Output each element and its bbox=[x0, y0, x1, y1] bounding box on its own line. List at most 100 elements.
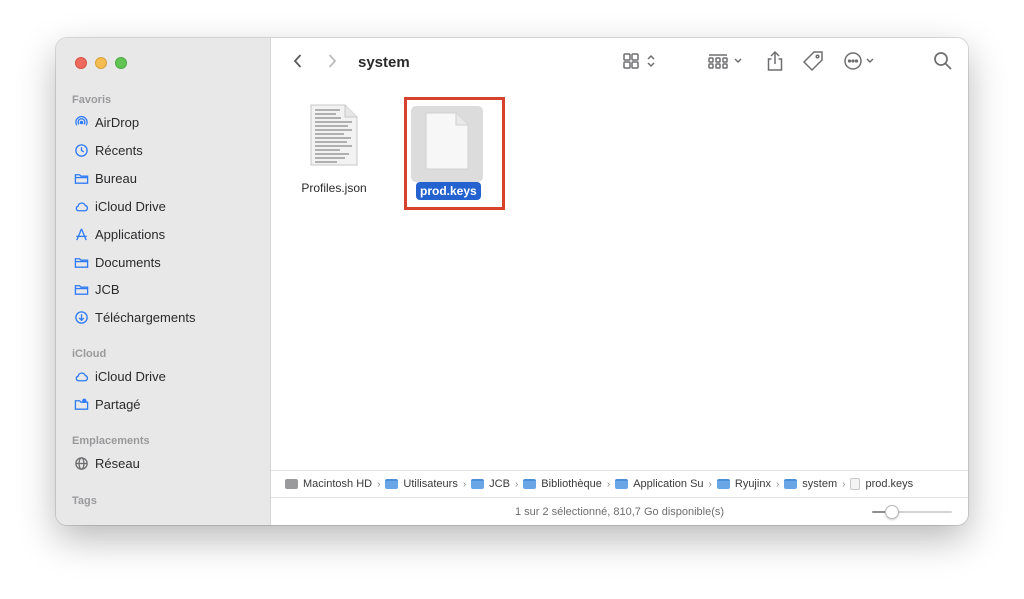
window-title: system bbox=[358, 54, 410, 71]
sidebar-item-jcb[interactable]: JCB bbox=[73, 278, 120, 300]
back-button[interactable] bbox=[287, 52, 309, 74]
path-item-bibliotheque[interactable]: Bibliothèque bbox=[523, 478, 602, 490]
finder-window: Favoris AirDrop Récents Bureau iCloud Dr… bbox=[56, 38, 968, 525]
path-item-utilisateurs[interactable]: Utilisateurs bbox=[385, 478, 458, 490]
download-icon bbox=[73, 309, 89, 325]
document-thumbnail-icon bbox=[310, 104, 358, 171]
sidebar-item-reseau[interactable]: Réseau bbox=[73, 452, 140, 474]
sidebar-section-icloud: iCloud bbox=[72, 348, 107, 360]
sidebar-item-label: Applications bbox=[95, 226, 166, 242]
folder-icon bbox=[385, 479, 399, 489]
sidebar-item-label: iCloud Drive bbox=[95, 368, 166, 384]
path-item-label: Macintosh HD bbox=[303, 478, 373, 490]
view-mode-button[interactable] bbox=[621, 52, 661, 74]
path-separator: › bbox=[377, 478, 381, 490]
path-item-label: Ryujinx bbox=[734, 478, 771, 490]
file-item-profiles-json[interactable]: Profiles.json bbox=[300, 104, 368, 195]
path-item-label: Utilisateurs bbox=[403, 478, 458, 490]
folder-icon bbox=[523, 479, 537, 489]
globe-icon bbox=[73, 455, 89, 471]
window-controls bbox=[75, 57, 127, 69]
tag-icon bbox=[802, 50, 824, 77]
tags-button[interactable] bbox=[801, 50, 825, 76]
folder-icon bbox=[73, 170, 89, 186]
sidebar-item-label: Bureau bbox=[95, 170, 137, 186]
group-grid-icon bbox=[708, 52, 746, 75]
path-separator: › bbox=[775, 478, 780, 490]
folder-icon bbox=[73, 254, 89, 270]
sidebar-item-label: Téléchargements bbox=[95, 309, 196, 325]
share-icon bbox=[765, 50, 785, 77]
path-item-jcb[interactable]: JCB bbox=[471, 478, 510, 490]
sidebar-item-partage[interactable]: Partagé bbox=[73, 393, 141, 415]
search-button[interactable] bbox=[931, 51, 955, 75]
path-item-label: Bibliothèque bbox=[541, 478, 602, 490]
sidebar-item-bureau[interactable]: Bureau bbox=[73, 167, 137, 189]
sidebar-section-tags: Tags bbox=[72, 495, 97, 507]
sidebar-item-label: AirDrop bbox=[95, 114, 140, 130]
folder-icon bbox=[615, 479, 629, 489]
icon-size-slider[interactable] bbox=[872, 505, 952, 519]
sidebar-item-label: JCB bbox=[95, 281, 120, 297]
cloud-icon bbox=[73, 198, 89, 214]
path-item-ryujinx[interactable]: Ryujinx bbox=[716, 478, 771, 490]
sidebar-item-label: Partagé bbox=[95, 396, 141, 412]
folder-icon bbox=[471, 479, 485, 489]
folder-icon bbox=[73, 281, 89, 297]
close-window-button[interactable] bbox=[75, 57, 87, 69]
sidebar-item-icloud-drive[interactable]: iCloud Drive bbox=[73, 195, 166, 217]
airdrop-icon bbox=[73, 114, 89, 130]
forward-button[interactable] bbox=[321, 52, 343, 74]
file-name: Profiles.json bbox=[301, 181, 367, 195]
sidebar-item-label: Documents bbox=[95, 254, 161, 270]
cloud-icon bbox=[73, 368, 89, 384]
sidebar-item-label: iCloud Drive bbox=[95, 198, 166, 214]
path-item-macintosh-hd[interactable]: Macintosh HD bbox=[285, 478, 372, 490]
group-button[interactable] bbox=[707, 52, 747, 74]
sidebar-item-icloud-drive-2[interactable]: iCloud Drive bbox=[73, 365, 166, 387]
sidebar-section-favorites: Favoris bbox=[72, 94, 112, 106]
sidebar-item-applications[interactable]: Applications bbox=[73, 223, 165, 245]
zoom-window-button[interactable] bbox=[115, 57, 127, 69]
disk-icon bbox=[285, 479, 298, 489]
ellipsis-circle-icon bbox=[843, 51, 879, 76]
applications-icon bbox=[73, 226, 89, 242]
toolbar: system bbox=[271, 38, 968, 90]
sidebar-item-label: Récents bbox=[95, 142, 143, 158]
path-item-application-support[interactable]: Application Su bbox=[615, 478, 704, 490]
document-icon bbox=[850, 478, 861, 490]
sidebar-item-recents[interactable]: Récents bbox=[73, 139, 143, 161]
path-separator: › bbox=[514, 478, 519, 490]
chevron-right-icon bbox=[326, 53, 338, 74]
status-bar: 1 sur 2 sélectionné, 810,7 Go disponible… bbox=[271, 497, 968, 525]
path-item-system[interactable]: system bbox=[784, 478, 837, 490]
icon-grid-icon bbox=[623, 52, 659, 75]
path-separator: › bbox=[462, 478, 467, 490]
folder-icon bbox=[784, 479, 798, 489]
sidebar-item-label: Réseau bbox=[95, 455, 140, 471]
search-icon bbox=[933, 51, 953, 76]
path-item-prod-keys[interactable]: prod.keys bbox=[850, 478, 913, 490]
slider-knob[interactable] bbox=[885, 505, 899, 519]
chevron-left-icon bbox=[292, 53, 304, 74]
clock-icon bbox=[73, 142, 89, 158]
path-item-label: system bbox=[802, 478, 838, 490]
shared-folder-icon bbox=[73, 396, 89, 412]
share-button[interactable] bbox=[763, 50, 787, 76]
sidebar-item-telechargements[interactable]: Téléchargements bbox=[73, 306, 195, 328]
path-separator: › bbox=[606, 478, 611, 490]
more-actions-button[interactable] bbox=[841, 51, 881, 76]
annotation-highlight-box bbox=[404, 97, 505, 210]
path-bar: Macintosh HD › Utilisateurs › JCB › Bibl… bbox=[271, 470, 968, 497]
sidebar-item-documents[interactable]: Documents bbox=[73, 251, 161, 273]
path-item-label: prod.keys bbox=[865, 478, 914, 490]
sidebar-item-airdrop[interactable]: AirDrop bbox=[73, 111, 139, 133]
folder-icon bbox=[716, 479, 730, 489]
main-content: system Profiles.json prod.keys Macintosh… bbox=[271, 38, 968, 525]
status-text: 1 sur 2 sélectionné, 810,7 Go disponible… bbox=[514, 505, 725, 518]
minimize-window-button[interactable] bbox=[95, 57, 107, 69]
sidebar-section-locations: Emplacements bbox=[72, 435, 150, 447]
path-item-label: JCB bbox=[489, 478, 510, 490]
path-separator: › bbox=[842, 478, 846, 490]
sidebar: Favoris AirDrop Récents Bureau iCloud Dr… bbox=[56, 38, 271, 525]
